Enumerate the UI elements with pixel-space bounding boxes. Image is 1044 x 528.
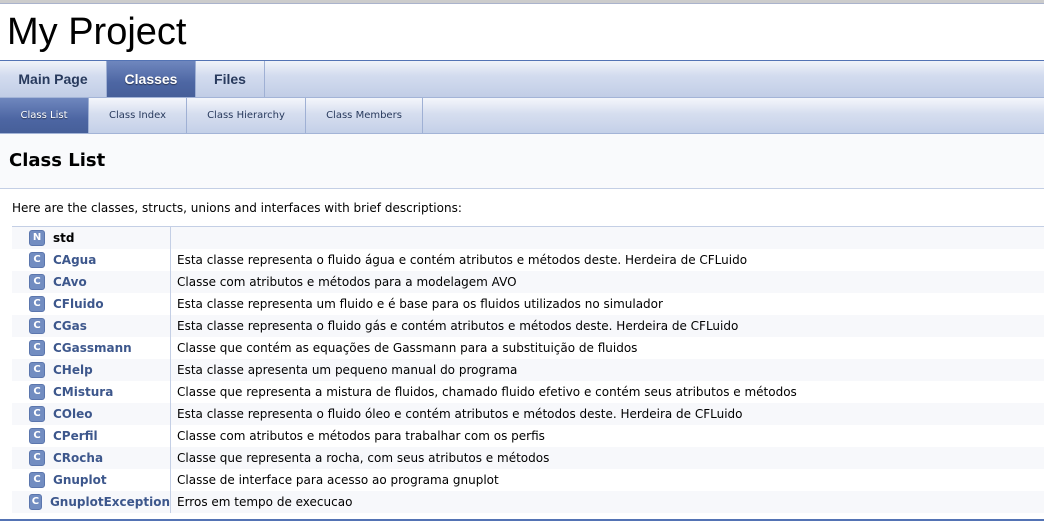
class-list-table: Nstd C CAgua Esta classe representa o fluid… [12,226,1044,513]
class-icon: C [29,296,45,312]
table-row: C Gnuplot Classe de interface para acesso … [12,469,1044,491]
table-row: C CMistura Classe que representa a mistura… [12,381,1044,403]
class-description: Classe que representa a mistura de fluid… [177,385,797,399]
class-entry-cell: C CMistura [12,381,171,403]
table-row: C CHelp Esta classe apresenta um pequeno m… [12,359,1044,381]
class-entry-cell: C CGas [12,315,171,337]
class-description [171,227,1044,249]
class-link[interactable]: CGassmann [53,341,132,355]
table-row: C CAvo Classe com atributos e métodos para… [12,271,1044,293]
class-link[interactable]: Gnuplot [53,473,107,487]
namespace-icon: N [29,230,45,246]
class-description: Esta classe representa o fluido gás e co… [177,319,739,333]
class-entry-cell: C CRocha [12,447,171,469]
main-nav-tabs: Main Page Classes Files [0,61,1044,98]
class-icon: C [29,340,45,356]
table-row: C CGas Esta classe representa o fluido gás… [12,315,1044,337]
page-header: Class List [0,134,1044,189]
class-entry-cell: C CAvo [12,271,171,293]
tab-class-hierarchy[interactable]: Class Hierarchy [187,98,306,133]
tab-files[interactable]: Files [196,61,265,97]
class-link[interactable]: CFluido [53,297,104,311]
class-entry-cell: C Gnuplot [12,469,171,491]
table-row: C CRocha Classe que representa a rocha, co… [12,447,1044,469]
sub-nav-tabs: Class List Class Index Class Hierarchy C… [0,98,1044,134]
class-description: Classe de interface para acesso ao progr… [177,473,499,487]
class-description: Esta classe representa o fluido água e c… [177,253,748,267]
table-row: C GnuplotException Erros em tempo de execu… [12,491,1044,513]
class-entry-cell: C CGassmann [12,337,171,359]
class-icon: C [29,406,45,422]
class-link[interactable]: CPerfil [53,429,98,443]
project-name: My Project [7,11,187,53]
class-entry-cell: Nstd [12,227,171,249]
title-area: My Project [0,4,1044,61]
class-icon: C [29,318,45,334]
class-description: Esta classe representa um fluido e é bas… [177,297,663,311]
table-row: C CFluido Esta classe representa um fluido… [12,293,1044,315]
tab-class-index[interactable]: Class Index [89,98,187,133]
class-entry-cell: C GnuplotException [12,491,171,513]
class-icon: C [29,494,42,510]
tab-class-list[interactable]: Class List [0,98,89,133]
class-icon: C [29,252,45,268]
class-description: Classe que representa a rocha, com seus … [177,451,550,465]
class-entry-cell: C CPerfil [12,425,171,447]
namespace-name: std [53,231,75,245]
tab-main-page[interactable]: Main Page [0,61,107,97]
table-row: C CPerfil Classe com atributos e métodos p… [12,425,1044,447]
class-description: Esta classe apresenta um pequeno manual … [177,363,518,377]
intro-text: Here are the classes, structs, unions an… [12,201,462,215]
class-description: Esta classe representa o fluido óleo e c… [177,407,743,421]
footer-divider [0,519,1044,521]
class-icon: C [29,362,45,378]
table-row: C CAgua Esta classe representa o fluido ág… [12,249,1044,271]
class-link[interactable]: CHelp [53,363,93,377]
table-row: C COleo Esta classe representa o fluido ól… [12,403,1044,425]
class-link[interactable]: GnuplotException [50,495,170,509]
class-description: Erros em tempo de execucao [177,495,353,509]
class-link[interactable]: CGas [53,319,87,333]
class-link[interactable]: CAvo [53,275,87,289]
class-entry-cell: C CFluido [12,293,171,315]
table-row: C CGassmann Classe que contém as equações … [12,337,1044,359]
tab-classes[interactable]: Classes [107,61,196,97]
class-icon: C [29,472,45,488]
page-title: Class List [9,150,106,171]
class-link[interactable]: COleo [53,407,93,421]
class-icon: C [29,274,45,290]
class-entry-cell: C COleo [12,403,171,425]
class-icon: C [29,428,45,444]
class-description: Classe que contém as equações de Gassman… [177,341,638,355]
class-link[interactable]: CAgua [53,253,96,267]
class-link[interactable]: CMistura [53,385,113,399]
class-icon: C [29,450,45,466]
class-link[interactable]: CRocha [53,451,103,465]
class-description: Classe com atributos e métodos para trab… [177,429,545,443]
class-entry-cell: C CHelp [12,359,171,381]
class-description: Classe com atributos e métodos para a mo… [177,275,517,289]
table-row: Nstd [12,227,1044,249]
class-icon: C [29,384,45,400]
class-entry-cell: C CAgua [12,249,171,271]
tab-class-members[interactable]: Class Members [306,98,423,133]
